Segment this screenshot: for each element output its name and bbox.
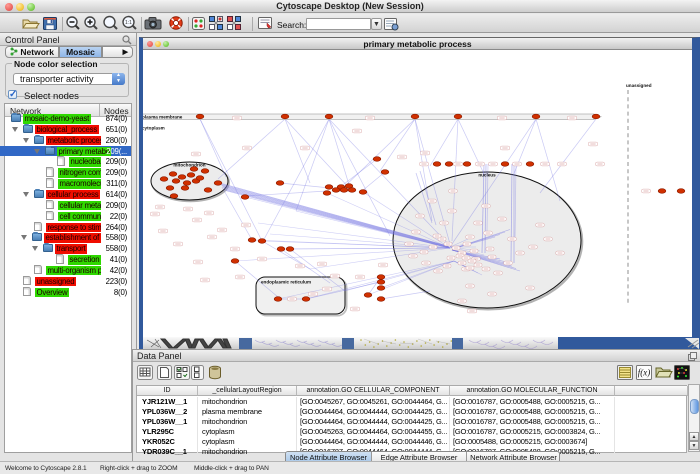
svg-text:nucleus: nucleus	[478, 173, 496, 178]
svg-text:mitochondrion: mitochondrion	[173, 163, 205, 168]
svg-text:1:1: 1:1	[125, 20, 132, 26]
svg-text:plasma membrane: plasma membrane	[143, 115, 183, 120]
svg-text:f(x): f(x)	[638, 368, 651, 378]
svg-text:endoplasmic reticulum: endoplasmic reticulum	[261, 280, 311, 285]
svg-text:unassigned: unassigned	[626, 83, 652, 88]
svg-text:cytoplasm: cytoplasm	[143, 126, 165, 131]
